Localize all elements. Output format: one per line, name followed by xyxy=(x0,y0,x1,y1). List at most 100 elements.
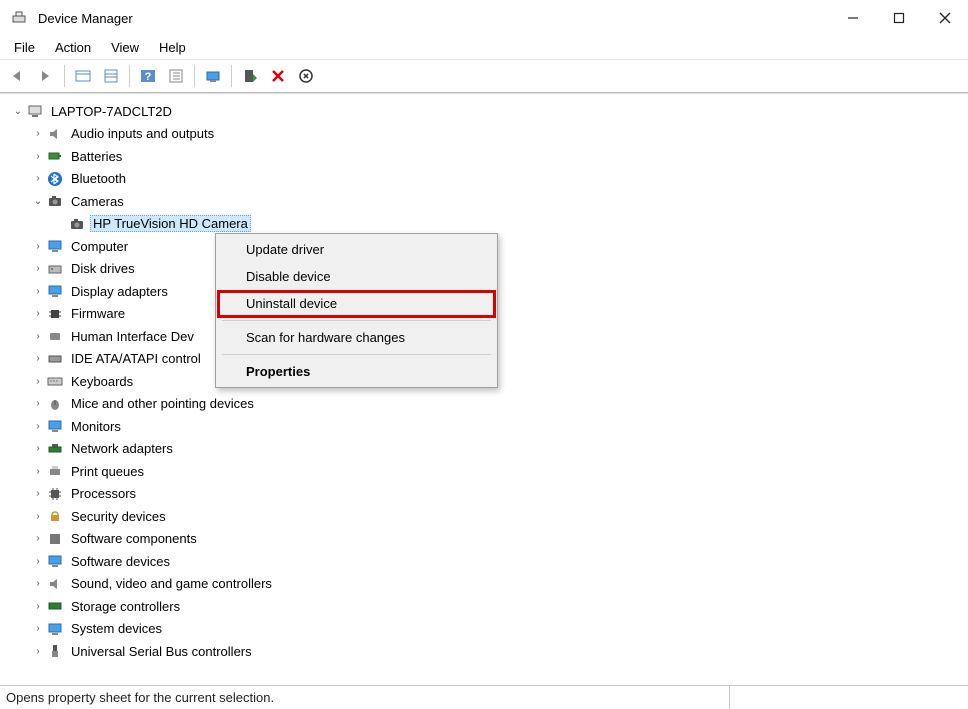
ctx-scan-hardware[interactable]: Scan for hardware changes xyxy=(216,324,497,351)
uninstall-button[interactable] xyxy=(266,64,290,88)
chevron-right-icon[interactable]: › xyxy=(30,261,46,277)
toolbar-separator xyxy=(194,65,195,87)
chevron-right-icon[interactable]: › xyxy=(30,351,46,367)
chevron-right-icon[interactable]: › xyxy=(30,598,46,614)
status-text: Opens property sheet for the current sel… xyxy=(6,690,274,705)
statusbar: Opens property sheet for the current sel… xyxy=(0,685,968,709)
tree-label: Disk drives xyxy=(68,260,138,277)
maximize-button[interactable] xyxy=(876,0,922,36)
close-button[interactable] xyxy=(922,0,968,36)
tree-item-storage[interactable]: › Storage controllers xyxy=(4,595,964,618)
tree-item-print-queues[interactable]: › Print queues xyxy=(4,460,964,483)
hid-icon xyxy=(46,327,64,345)
action-panel-button[interactable] xyxy=(164,64,188,88)
tree-item-software-components[interactable]: › Software components xyxy=(4,528,964,551)
network-icon xyxy=(46,440,64,458)
bluetooth-icon xyxy=(46,170,64,188)
tree-item-processors[interactable]: › Processors xyxy=(4,483,964,506)
monitor-icon xyxy=(46,417,64,435)
tree-item-usb[interactable]: › Universal Serial Bus controllers xyxy=(4,640,964,663)
tree-item-system[interactable]: › System devices xyxy=(4,618,964,641)
tree-item-mice[interactable]: › Mice and other pointing devices xyxy=(4,393,964,416)
ctx-disable-device[interactable]: Disable device xyxy=(216,263,497,290)
tree-item-security[interactable]: › Security devices xyxy=(4,505,964,528)
chevron-right-icon[interactable]: › xyxy=(30,283,46,299)
menu-file[interactable]: File xyxy=(6,38,43,57)
tree-item-batteries[interactable]: › Batteries xyxy=(4,145,964,168)
tree-item-sound[interactable]: › Sound, video and game controllers xyxy=(4,573,964,596)
cpu-icon xyxy=(46,485,64,503)
tree-label: Human Interface Dev xyxy=(68,328,197,345)
window-title: Device Manager xyxy=(32,11,830,26)
forward-button[interactable] xyxy=(34,64,58,88)
ctx-update-driver[interactable]: Update driver xyxy=(216,236,497,263)
tree-item-network[interactable]: › Network adapters xyxy=(4,438,964,461)
tree-root[interactable]: ⌄ LAPTOP-7ADCLT2D xyxy=(4,100,964,123)
tree-label: System devices xyxy=(68,620,165,637)
chevron-right-icon[interactable]: › xyxy=(30,643,46,659)
chevron-right-icon[interactable]: › xyxy=(30,238,46,254)
tree-item-cameras[interactable]: ⌄ Cameras xyxy=(4,190,964,213)
ctx-separator xyxy=(222,354,491,355)
chevron-right-icon[interactable]: › xyxy=(30,441,46,457)
chevron-right-icon[interactable]: › xyxy=(30,171,46,187)
usb-icon xyxy=(46,642,64,660)
chevron-right-icon[interactable]: › xyxy=(30,148,46,164)
menu-view[interactable]: View xyxy=(103,38,147,57)
chevron-right-icon[interactable]: › xyxy=(30,126,46,142)
window-controls xyxy=(830,0,968,36)
computer-icon xyxy=(26,102,44,120)
tree-label: IDE ATA/ATAPI control xyxy=(68,350,204,367)
tree-item-camera-device[interactable]: HP TrueVision HD Camera xyxy=(4,213,964,236)
menu-help[interactable]: Help xyxy=(151,38,194,57)
chip-icon xyxy=(46,305,64,323)
tree-label: Display adapters xyxy=(68,283,171,300)
chevron-right-icon[interactable]: › xyxy=(30,373,46,389)
chevron-right-icon[interactable]: › xyxy=(30,463,46,479)
tree-item-monitors[interactable]: › Monitors xyxy=(4,415,964,438)
chevron-down-icon[interactable]: ⌄ xyxy=(10,103,26,119)
tree-label: Keyboards xyxy=(68,373,136,390)
toolbar-separator xyxy=(64,65,65,87)
camera-icon xyxy=(68,215,86,233)
speaker-icon xyxy=(46,575,64,593)
tree-label: Bluetooth xyxy=(68,170,129,187)
tree-label: Security devices xyxy=(68,508,169,525)
tree-item-bluetooth[interactable]: › Bluetooth xyxy=(4,168,964,191)
tree-label: Batteries xyxy=(68,148,125,165)
chevron-right-icon[interactable]: › xyxy=(30,508,46,524)
chevron-right-icon[interactable]: › xyxy=(30,621,46,637)
tree-item-audio[interactable]: › Audio inputs and outputs xyxy=(4,123,964,146)
properties-button[interactable] xyxy=(99,64,123,88)
chevron-right-icon[interactable]: › xyxy=(30,328,46,344)
tree-label: Cameras xyxy=(68,193,127,210)
scan-hardware-button[interactable] xyxy=(201,64,225,88)
ctx-properties[interactable]: Properties xyxy=(216,358,497,385)
menu-action[interactable]: Action xyxy=(47,38,99,57)
chevron-right-icon[interactable]: › xyxy=(30,418,46,434)
chevron-down-icon[interactable]: ⌄ xyxy=(30,193,46,209)
help-button[interactable]: ? xyxy=(136,64,160,88)
tree-label: Universal Serial Bus controllers xyxy=(68,643,255,660)
storage-icon xyxy=(46,597,64,615)
disk-icon xyxy=(46,260,64,278)
chevron-right-icon[interactable]: › xyxy=(30,396,46,412)
chevron-right-icon[interactable]: › xyxy=(30,531,46,547)
tree-label: Firmware xyxy=(68,305,128,322)
spacer xyxy=(52,216,68,232)
chevron-right-icon[interactable]: › xyxy=(30,576,46,592)
update-driver-button[interactable] xyxy=(238,64,262,88)
show-hide-tree-button[interactable] xyxy=(71,64,95,88)
chevron-right-icon[interactable]: › xyxy=(30,486,46,502)
chevron-right-icon[interactable]: › xyxy=(30,306,46,322)
tree-item-software-devices[interactable]: › Software devices xyxy=(4,550,964,573)
chevron-right-icon[interactable]: › xyxy=(30,553,46,569)
menubar: File Action View Help xyxy=(0,36,968,60)
back-button[interactable] xyxy=(6,64,30,88)
tree-label: Monitors xyxy=(68,418,124,435)
disable-button[interactable] xyxy=(294,64,318,88)
mouse-icon xyxy=(46,395,64,413)
software-icon xyxy=(46,552,64,570)
minimize-button[interactable] xyxy=(830,0,876,36)
ctx-uninstall-device[interactable]: Uninstall device xyxy=(216,290,497,317)
